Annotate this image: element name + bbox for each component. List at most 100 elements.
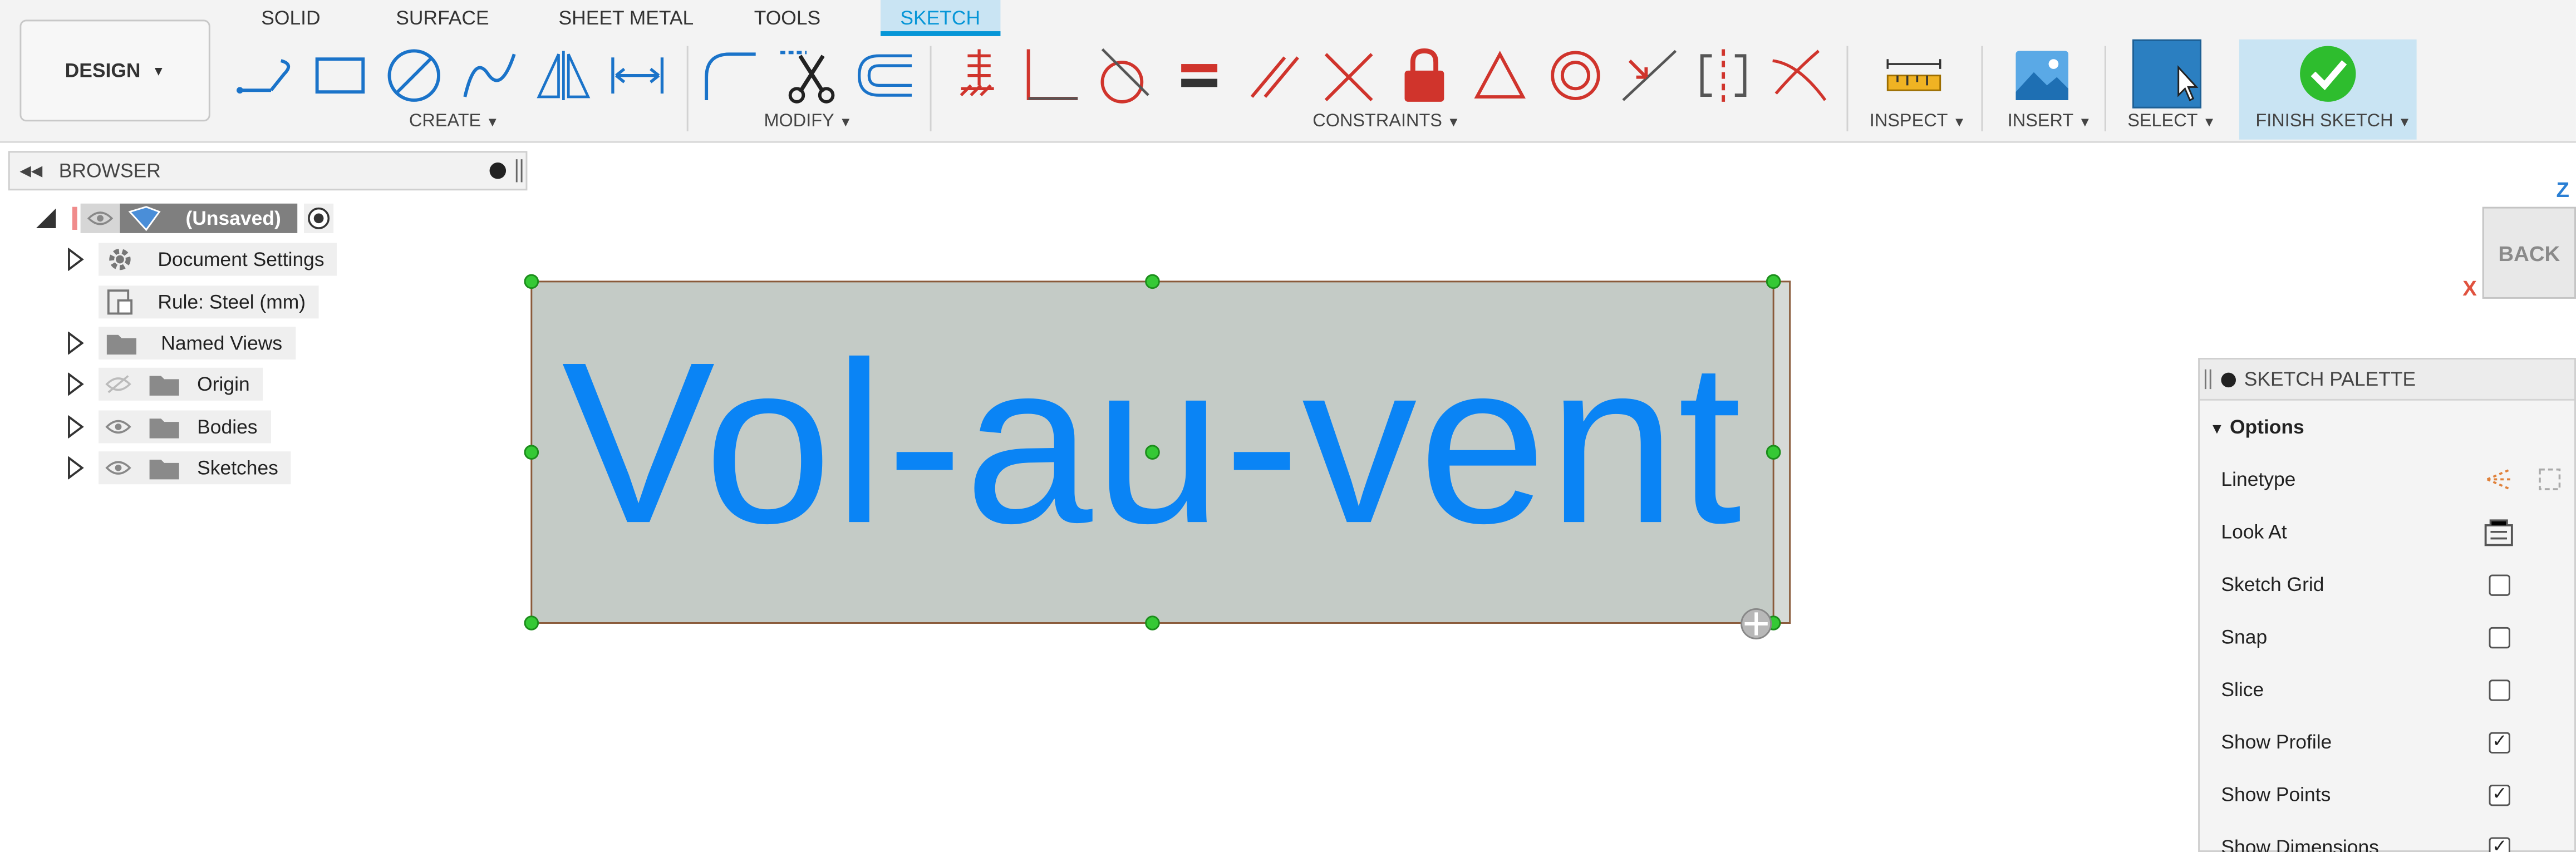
browser-item-sketches[interactable]: Sketches	[66, 451, 292, 485]
expand-triangle-icon[interactable]	[66, 456, 85, 480]
offset-icon[interactable]	[851, 43, 917, 109]
browser-item-origin[interactable]: Origin	[66, 367, 263, 401]
palette-title: SKETCH PALETTE	[2244, 367, 2416, 391]
perpendicular-icon[interactable]	[1316, 43, 1382, 109]
insert-menu[interactable]: INSERT ▼	[2008, 112, 2092, 131]
inspect-menu[interactable]: INSPECT ▼	[1870, 112, 1966, 131]
finish-sketch-button[interactable]: FINISH SKETCH ▼	[2239, 39, 2417, 140]
mirror-icon[interactable]	[530, 43, 596, 109]
expand-triangle-icon[interactable]	[66, 248, 85, 271]
select-cursor-icon[interactable]	[2132, 39, 2202, 109]
tab-sketch[interactable]: SKETCH	[881, 0, 1000, 36]
tab-solid[interactable]: SOLID	[261, 0, 320, 36]
visibility-hidden-icon[interactable]	[105, 375, 131, 394]
modify-menu[interactable]: MODIFY ▼	[764, 112, 852, 131]
browser-pin-icon[interactable]	[515, 159, 523, 183]
text-handle-icon[interactable]	[1738, 607, 1774, 640]
option-label: Slice	[2221, 678, 2264, 701]
palette-minimize-icon[interactable]	[2221, 372, 2236, 387]
coincident-icon[interactable]	[1017, 43, 1083, 109]
tangent-icon[interactable]	[1091, 43, 1157, 109]
option-label: Look At	[2221, 520, 2287, 544]
folder-icon	[149, 418, 179, 439]
symmetry-icon[interactable]	[1690, 43, 1756, 109]
visibility-eye-icon[interactable]	[105, 417, 131, 436]
browser-item-bodies[interactable]: Bodies	[66, 410, 271, 444]
expand-triangle-icon[interactable]	[66, 331, 85, 355]
tab-tools[interactable]: TOOLS	[754, 0, 820, 36]
sketch-text[interactable]: Vol-au-vent	[530, 296, 1774, 591]
browser-item-rule[interactable]: Rule: Steel (mm)	[99, 285, 319, 319]
sketch-point[interactable]	[1766, 274, 1781, 289]
option-linetype: Linetype	[2200, 455, 2576, 504]
fillet-icon[interactable]	[698, 43, 764, 109]
show-points-checkbox[interactable]: ✓	[2489, 784, 2510, 805]
axis-x-label: X	[2462, 275, 2477, 301]
browser-root-row[interactable]: (Unsaved)	[33, 202, 334, 235]
root-component-label-wrap[interactable]: (Unsaved)	[120, 203, 298, 233]
sketch-point[interactable]	[1145, 274, 1160, 289]
sketch-point[interactable]	[524, 445, 539, 460]
concentric-icon[interactable]	[1542, 43, 1608, 109]
modify-label: MODIFY	[764, 111, 834, 131]
fix-icon[interactable]	[943, 43, 1009, 109]
slice-checkbox[interactable]	[2489, 678, 2510, 701]
viewcube-face-label: BACK	[2498, 240, 2560, 265]
construction-linetype-icon[interactable]	[2484, 466, 2514, 493]
centerline-linetype-icon[interactable]	[2536, 466, 2563, 493]
show-dimensions-checkbox[interactable]: ✓	[2489, 836, 2510, 852]
option-show-dimensions: Show Dimensions ✓	[2200, 823, 2576, 852]
dimension-icon[interactable]	[604, 43, 670, 109]
curvature-icon[interactable]	[1766, 43, 1832, 109]
measure-icon[interactable]	[1881, 43, 1946, 109]
look-at-icon[interactable]	[2484, 519, 2514, 546]
sketch-point[interactable]	[524, 615, 539, 631]
sketch-point[interactable]	[1145, 445, 1160, 460]
show-profile-checkbox[interactable]: ✓	[2489, 731, 2510, 753]
lock-icon[interactable]	[1392, 43, 1457, 109]
collapse-triangle-icon[interactable]	[33, 205, 59, 232]
triangle-icon[interactable]	[1467, 43, 1533, 109]
rectangle-icon[interactable]	[307, 43, 373, 109]
rule-icon	[107, 289, 133, 315]
spline-icon[interactable]	[457, 43, 523, 109]
circle-icon[interactable]	[381, 43, 447, 109]
trim-icon[interactable]	[775, 43, 841, 109]
line-icon[interactable]	[233, 43, 299, 109]
sketch-point[interactable]	[1766, 445, 1781, 460]
activate-radio-icon[interactable]	[304, 203, 334, 233]
expand-triangle-icon[interactable]	[66, 415, 85, 439]
insert-image-icon[interactable]	[2009, 43, 2075, 109]
expand-triangle-icon[interactable]	[66, 372, 85, 396]
checkmark-icon	[2300, 46, 2356, 102]
visibility-eye-icon[interactable]	[105, 458, 131, 477]
browser-item-document-settings[interactable]: Document Settings	[66, 243, 338, 276]
create-menu[interactable]: CREATE ▼	[409, 112, 499, 131]
browser-item-label: Origin	[197, 372, 250, 396]
workspace-dropdown[interactable]: DESIGN ▼	[19, 19, 210, 122]
browser-minimize-icon[interactable]	[489, 162, 507, 179]
tab-surface[interactable]: SURFACE	[396, 0, 489, 36]
sketch-grid-checkbox[interactable]	[2489, 573, 2510, 595]
options-section-toggle[interactable]: ▼ Options	[2210, 415, 2304, 438]
visibility-eye-icon[interactable]	[80, 203, 120, 233]
midpoint-icon[interactable]	[1616, 43, 1682, 109]
equal-icon[interactable]	[1168, 43, 1234, 109]
section-collapse-icon: ▼	[2209, 420, 2225, 437]
option-show-points: Show Points ✓	[2200, 770, 2576, 819]
snap-checkbox[interactable]	[2489, 626, 2510, 648]
sketch-point[interactable]	[524, 274, 539, 289]
tab-sheet-metal[interactable]: SHEET METAL	[559, 0, 694, 36]
collapse-browser-icon[interactable]: ◀◀	[19, 162, 42, 180]
viewcube[interactable]: BACK	[2482, 206, 2576, 299]
sketch-point[interactable]	[1145, 615, 1160, 631]
palette-grip-icon[interactable]	[2204, 369, 2211, 390]
inspect-label: INSPECT	[1869, 111, 1948, 131]
insert-label: INSERT	[2007, 111, 2074, 131]
create-label: CREATE	[409, 111, 481, 131]
parallel-icon[interactable]	[1242, 43, 1307, 109]
constraints-menu[interactable]: CONSTRAINTS ▼	[1312, 112, 1460, 131]
select-menu[interactable]: SELECT ▼	[2127, 112, 2216, 131]
option-label: Show Points	[2221, 783, 2331, 806]
browser-item-named-views[interactable]: Named Views	[66, 327, 296, 360]
